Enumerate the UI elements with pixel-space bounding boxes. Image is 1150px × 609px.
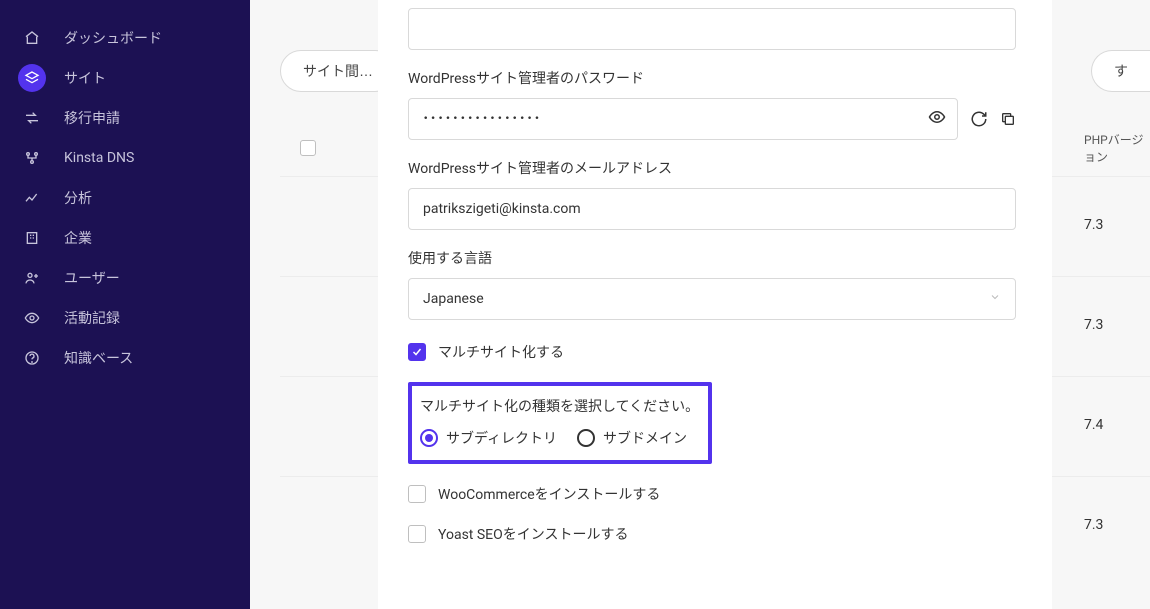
- sidebar-item-sites[interactable]: サイト: [0, 58, 250, 98]
- chart-icon: [24, 190, 40, 206]
- woocommerce-checkbox[interactable]: [408, 485, 426, 503]
- sidebar-item-users[interactable]: ユーザー: [0, 258, 250, 298]
- home-icon: [24, 30, 40, 46]
- building-icon: [24, 230, 40, 246]
- php-version-cell: 7.3: [1084, 517, 1144, 533]
- php-version-cell: 7.3: [1084, 217, 1144, 233]
- radio-circle-icon: [577, 429, 595, 447]
- arrows-icon: [24, 110, 40, 126]
- create-site-modal: WordPressサイト管理者のパスワード •••••••••••••••• W…: [378, 0, 1052, 609]
- woocommerce-label: WooCommerceをインストールする: [438, 484, 660, 504]
- sidebar-item-label: 分析: [64, 188, 92, 208]
- eye-icon: [24, 310, 40, 326]
- sidebar-item-label: 移行申請: [64, 108, 120, 128]
- sidebar-item-label: 活動記録: [64, 308, 120, 328]
- sidebar-item-label: 知識ベース: [64, 348, 133, 368]
- sidebar-item-label: ユーザー: [64, 268, 120, 288]
- multisite-checkbox[interactable]: [408, 343, 426, 361]
- sidebar-item-label: 企業: [64, 228, 92, 248]
- username-input[interactable]: [408, 8, 1016, 50]
- php-version-cell: 7.4: [1084, 417, 1144, 433]
- multisite-label: マルチサイト化する: [438, 342, 564, 362]
- sidebar-item-activity[interactable]: 活動記録: [0, 298, 250, 338]
- sidebar-item-dns[interactable]: Kinsta DNS: [0, 138, 250, 178]
- multisite-type-block: マルチサイト化の種類を選択してください。 サブディレクトリ サブドメイン: [408, 382, 712, 464]
- sidebar-item-label: ダッシュボード: [64, 28, 162, 48]
- sidebar-item-label: Kinsta DNS: [64, 150, 134, 166]
- select-all-checkbox[interactable]: [300, 140, 316, 156]
- language-label: 使用する言語: [408, 248, 1016, 268]
- header-right-button[interactable]: す: [1091, 50, 1150, 92]
- network-icon: [24, 150, 40, 166]
- user-plus-icon: [24, 270, 40, 286]
- language-select[interactable]: Japanese: [408, 278, 1016, 320]
- sidebar-item-dashboard[interactable]: ダッシュボード: [0, 18, 250, 58]
- sidebar: ダッシュボード サイト 移行申請 Kinsta DNS 分析 企業 ユーザー 活…: [0, 0, 250, 609]
- email-input[interactable]: patrikszigeti@kinsta.com: [408, 188, 1016, 230]
- multisite-checkbox-row[interactable]: マルチサイト化する: [408, 342, 1016, 362]
- password-input[interactable]: ••••••••••••••••: [408, 98, 958, 140]
- help-icon: [24, 350, 40, 366]
- sidebar-item-knowledge[interactable]: 知識ベース: [0, 338, 250, 378]
- php-version-cell: 7.3: [1084, 317, 1144, 333]
- sidebar-item-migration[interactable]: 移行申請: [0, 98, 250, 138]
- radio-circle-icon: [420, 429, 438, 447]
- radio-subdomain-label: サブドメイン: [603, 428, 687, 448]
- multisite-type-title: マルチサイト化の種類を選択してください。: [420, 396, 700, 416]
- radio-subdirectory-label: サブディレクトリ: [446, 428, 557, 448]
- yoast-checkbox-row[interactable]: Yoast SEOをインストールする: [408, 524, 1016, 544]
- sidebar-item-label: サイト: [64, 68, 106, 88]
- regenerate-password-icon[interactable]: [970, 110, 988, 128]
- show-password-icon[interactable]: [928, 108, 946, 130]
- chevron-down-icon: [989, 291, 1001, 307]
- php-version-header: PHPバージョン: [1084, 131, 1144, 165]
- radio-subdirectory[interactable]: サブディレクトリ: [420, 428, 557, 448]
- language-value: Japanese: [423, 291, 484, 307]
- sidebar-item-analytics[interactable]: 分析: [0, 178, 250, 218]
- yoast-label: Yoast SEOをインストールする: [438, 524, 628, 544]
- layers-icon: [24, 70, 40, 86]
- password-label: WordPressサイト管理者のパスワード: [408, 68, 1016, 88]
- radio-subdomain[interactable]: サブドメイン: [577, 428, 687, 448]
- yoast-checkbox[interactable]: [408, 525, 426, 543]
- email-label: WordPressサイト管理者のメールアドレス: [408, 158, 1016, 178]
- sidebar-item-company[interactable]: 企業: [0, 218, 250, 258]
- woocommerce-checkbox-row[interactable]: WooCommerceをインストールする: [408, 484, 1016, 504]
- copy-password-icon[interactable]: [1000, 111, 1016, 127]
